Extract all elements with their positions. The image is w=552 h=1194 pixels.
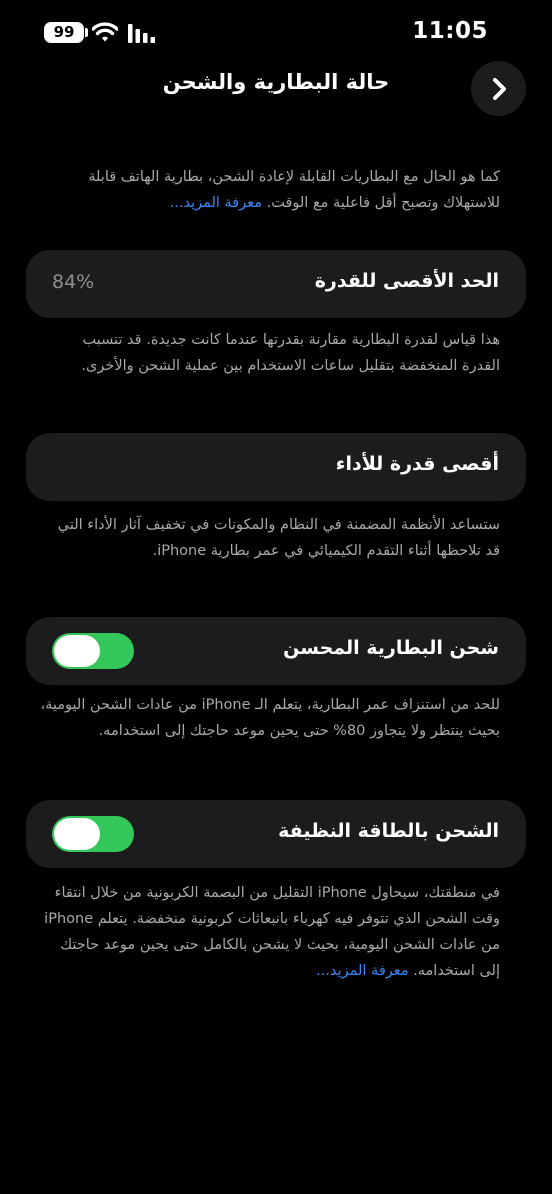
- status-bar: 99 11:05: [0, 0, 552, 64]
- toggle-knob: [54, 818, 100, 850]
- battery-icon: 99: [44, 22, 84, 43]
- learn-more-link[interactable]: معرفة المزيد...: [316, 963, 408, 979]
- max-capacity-value: 84%: [52, 271, 95, 293]
- battery-tip: [85, 28, 88, 37]
- peak-performance-description: ستساعد الأنظمة المضمنة في النظام والمكون…: [57, 517, 500, 559]
- clean-energy-card: الشحن بالطاقة النظيفة: [26, 800, 526, 868]
- peak-performance-label: أقصى قدرة للأداء: [335, 453, 499, 475]
- peak-performance-card: أقصى قدرة للأداء: [26, 433, 526, 501]
- learn-more-link[interactable]: معرفة المزيد...: [170, 195, 262, 211]
- max-capacity-description: هذا قياس لقدرة البطارية مقارنة بقدرتها ع…: [81, 332, 500, 374]
- cellular-signal-icon: [128, 24, 155, 43]
- page-title: حالة البطارية والشحن: [162, 70, 390, 94]
- clean-energy-description: في منطقتك، سيحاول iPhone التقليل من البص…: [40, 880, 500, 984]
- optimized-charging-toggle[interactable]: [52, 633, 134, 669]
- intro-description: كما هو الحال مع البطاريات القابلة لإعادة…: [40, 164, 500, 216]
- intro-text: كما هو الحال مع البطاريات القابلة لإعادة…: [88, 169, 500, 211]
- optimized-charging-description: للحد من استنزاف عمر البطارية، يتعلم الـ …: [40, 697, 500, 739]
- clean-energy-toggle[interactable]: [52, 816, 134, 852]
- battery-level: 99: [53, 23, 75, 41]
- max-capacity-label: الحد الأقصى للقدرة: [314, 270, 499, 292]
- optimized-charging-card: شحن البطارية المحسن: [26, 617, 526, 685]
- status-time: 11:05: [412, 18, 488, 44]
- max-capacity-card: الحد الأقصى للقدرة 84%: [26, 250, 526, 318]
- clean-energy-text: في منطقتك، سيحاول iPhone التقليل من البص…: [44, 885, 500, 979]
- clean-energy-label: الشحن بالطاقة النظيفة: [278, 820, 499, 842]
- optimized-charging-label: شحن البطارية المحسن: [283, 637, 499, 659]
- toggle-knob: [54, 635, 100, 667]
- wifi-icon: [92, 22, 118, 42]
